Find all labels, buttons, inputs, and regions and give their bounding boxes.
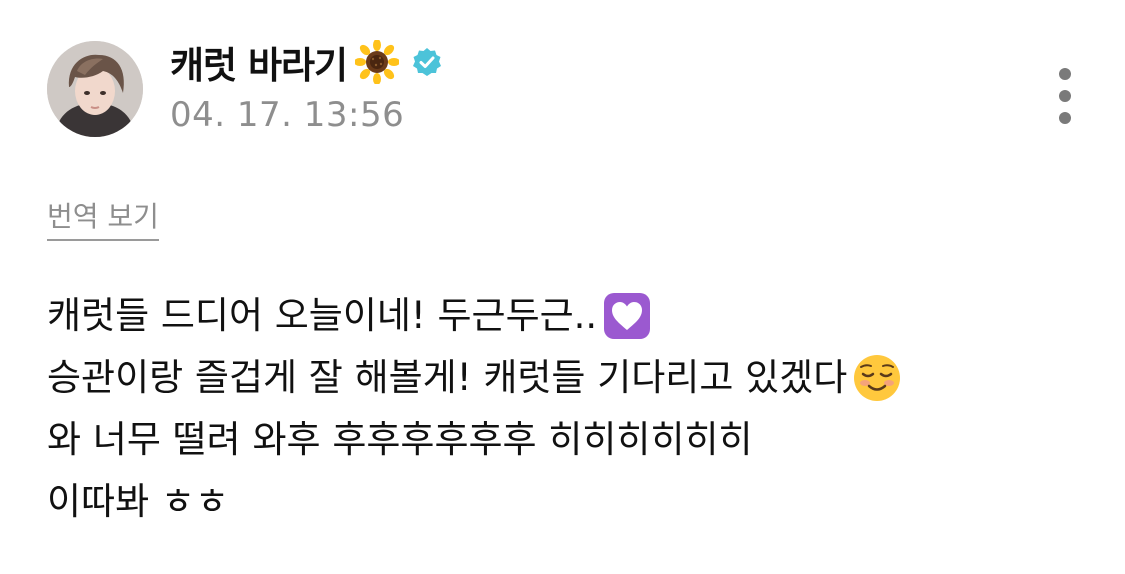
post-text: 승관이랑 즐겁게 잘 해볼게! 캐럿들 기다리고 있겠다 [47,356,848,399]
more-vertical-icon-dot [1059,90,1071,102]
post-text: 캐럿들 드디어 오늘이네! 두근두근.. [47,294,598,337]
post-timestamp: 04. 17. 13:56 [170,95,405,135]
author-name[interactable]: 캐럿 바라기 [170,35,348,89]
post-line: 이따봐 ㅎㅎ [47,471,1097,533]
more-options-button[interactable] [1049,64,1081,128]
post-line: 승관이랑 즐겁게 잘 해볼게! 캐럿들 기다리고 있겠다 [47,347,1097,409]
post-text: 와 너무 떨려 와후 후후후후후후 히히히히히히 [47,418,753,461]
sunflower-icon [354,39,401,85]
smiling-face-icon [851,352,903,404]
post-line: 캐럿들 드디어 오늘이네! 두근두근.. [47,285,1097,347]
post-line: 와 너무 떨려 와후 후후후후후후 히히히히히히 [47,409,1097,471]
purple-heart-icon [601,290,653,342]
translate-link[interactable]: 번역 보기 [47,195,159,241]
author-row: 캐럿 바라기 [170,35,443,89]
avatar-photo [47,41,143,137]
post-text: 이따봐 ㅎㅎ [47,480,229,523]
post-body: 캐럿들 드디어 오늘이네! 두근두근.. 승관이랑 즐겁게 잘 해볼게! 캐럿들… [47,285,1097,533]
verified-badge-icon [411,46,443,78]
avatar[interactable] [47,41,143,137]
more-vertical-icon [1059,68,1071,80]
more-vertical-icon-dot [1059,112,1071,124]
